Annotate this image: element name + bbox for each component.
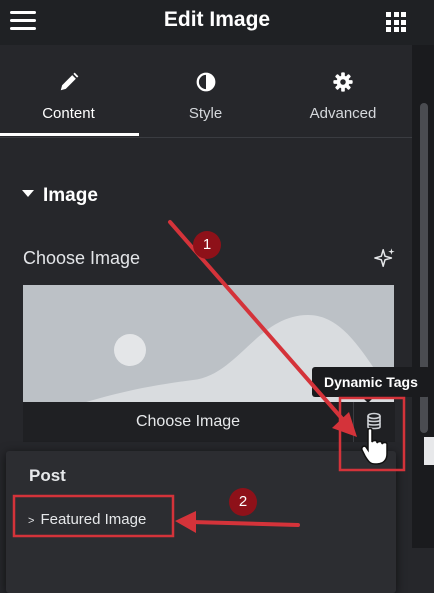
- dynamic-tags-tooltip: Dynamic Tags: [312, 367, 430, 403]
- gear-icon: [333, 72, 353, 92]
- page-title: Edit Image: [163, 8, 271, 31]
- tab-bar: Content Style Advanced: [0, 45, 412, 138]
- half-circle-icon: [196, 72, 215, 92]
- database-icon: [367, 412, 381, 430]
- scrollbar-track[interactable]: [412, 45, 434, 548]
- choose-image-label: Choose Image: [23, 248, 141, 268]
- section-title: Image: [43, 185, 98, 206]
- choose-image-button[interactable]: Choose Image: [23, 402, 353, 442]
- sparkle-icon[interactable]: [374, 247, 396, 269]
- active-tab-indicator: [0, 133, 139, 136]
- tab-style-label: Style: [188, 105, 223, 122]
- tab-advanced-label: Advanced: [309, 105, 377, 122]
- tab-advanced[interactable]: Advanced: [274, 45, 412, 137]
- grid-icon[interactable]: [386, 12, 406, 32]
- chevron-right-icon: >: [28, 515, 35, 527]
- dynamic-tags-dropdown: Post > Featured Image: [6, 451, 396, 593]
- dynamic-tags-button[interactable]: [353, 402, 395, 442]
- step-badge-2: 2: [229, 488, 257, 516]
- dropdown-item-label: Featured Image: [40, 511, 147, 528]
- dropdown-item-featured-image[interactable]: > Featured Image: [16, 504, 176, 536]
- editor-panel: Content Style Advanced Image Choose Imag…: [0, 45, 430, 593]
- step-badge-1: 1: [193, 231, 221, 259]
- offscreen-element: [424, 437, 434, 465]
- tab-content[interactable]: Content: [0, 45, 137, 137]
- pencil-icon: [60, 72, 78, 91]
- top-bar: Edit Image: [0, 0, 434, 45]
- tab-style[interactable]: Style: [137, 45, 274, 137]
- dropdown-group-title: Post: [29, 466, 66, 485]
- caret-down-icon: [22, 190, 34, 198]
- tab-content-label: Content: [42, 105, 95, 122]
- section-image-toggle[interactable]: Image: [22, 185, 98, 207]
